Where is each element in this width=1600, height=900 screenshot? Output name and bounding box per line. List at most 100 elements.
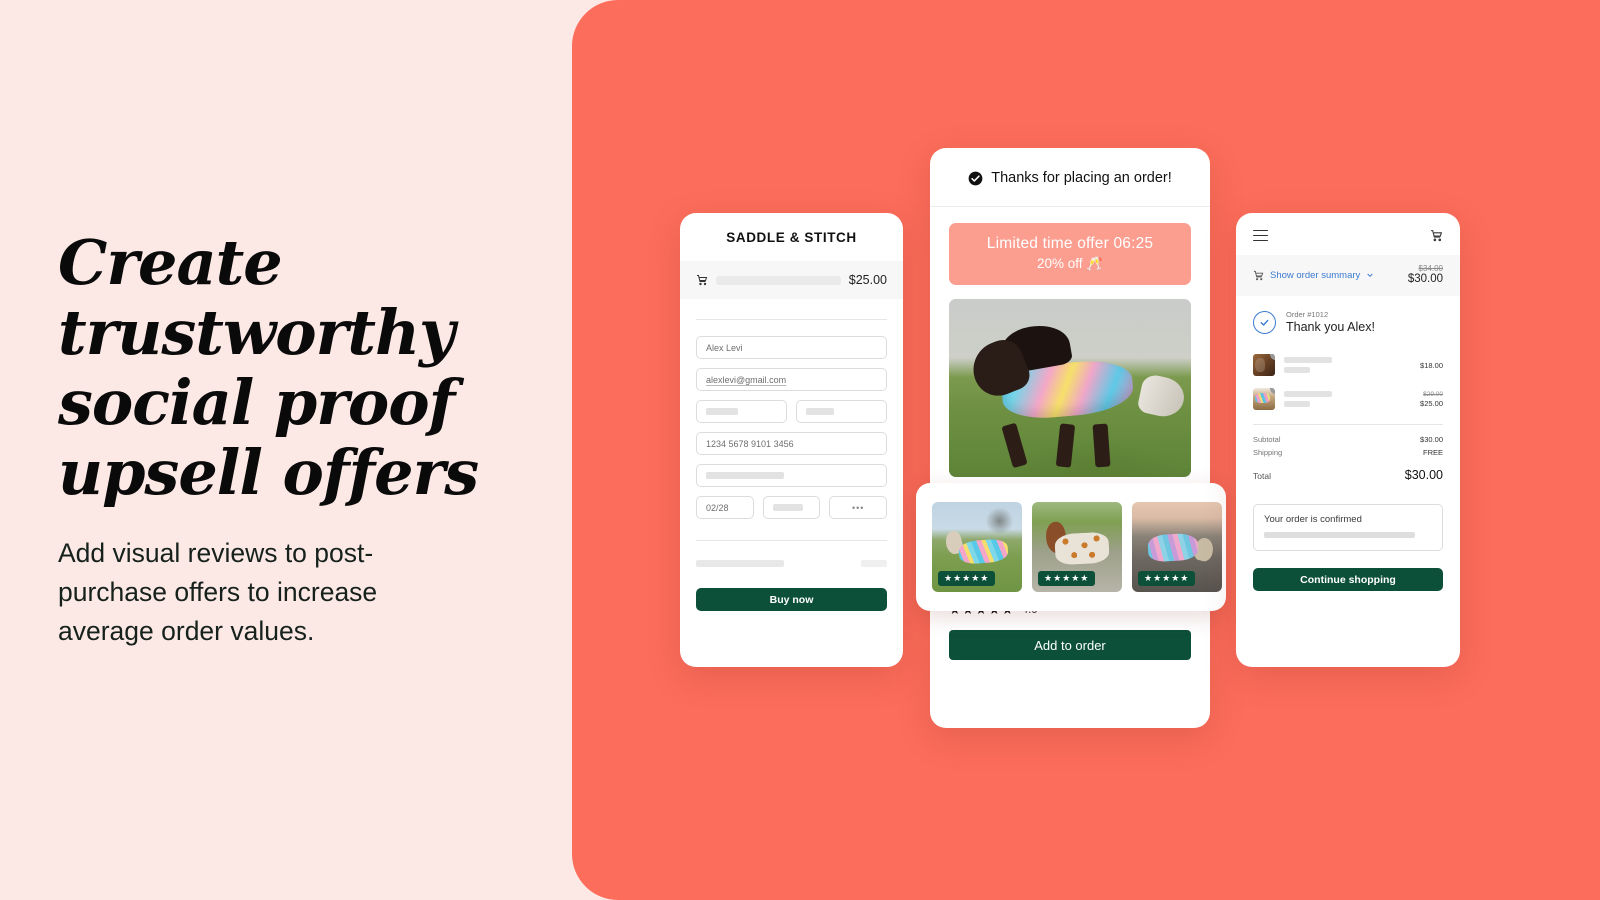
shipping-label: Shipping (1253, 448, 1283, 458)
visual-reviews-carousel: ★★★★★ ★★★★★ ★★★★★ (916, 483, 1226, 611)
name-value: Alex Levi (706, 342, 743, 353)
review-star-badge: ★★★★★ (938, 571, 996, 586)
check-circle-icon (968, 171, 983, 185)
review-star-badge: ★★★★★ (1138, 571, 1196, 586)
cart-icon (1253, 270, 1264, 280)
card-number-field[interactable]: 1234 5678 9101 3456 (696, 432, 887, 455)
post-purchase-offer-phone-mockup: Thanks for placing an order! Limited tim… (930, 148, 1210, 728)
marketing-copy: Create trustworthy social proof upsell o… (58, 228, 488, 651)
name-field[interactable]: Alex Levi (696, 336, 887, 359)
subtotal-label: Subtotal (1253, 435, 1281, 445)
limited-time-offer-banner: Limited time offer 06:25 20% off 🥂 (949, 223, 1191, 285)
address-field-2[interactable] (796, 400, 887, 423)
card-number-value: 1234 5678 9101 3456 (706, 438, 794, 449)
horse-blanket (1147, 533, 1200, 563)
value-placeholder (706, 472, 784, 479)
subtotal-value: $30.00 (1420, 435, 1443, 445)
cvv-value: ••• (851, 502, 865, 513)
product-name-placeholder (716, 275, 841, 285)
page-subtitle: Add visual reviews to post-purchase offe… (58, 538, 378, 646)
order-number: Order #1012 (1286, 310, 1329, 320)
divider (1253, 424, 1443, 426)
cart-summary-row[interactable]: $25.00 (680, 261, 903, 299)
tree-decoration (986, 505, 1013, 537)
cart-icon[interactable] (1430, 229, 1443, 242)
page-title: Create trustworthy social proof upsell o… (58, 226, 479, 509)
add-to-order-button[interactable]: Add to order (949, 630, 1191, 660)
review-photo-3[interactable]: ★★★★★ (1132, 502, 1222, 592)
subtotal-row: Subtotal $30.00 (1253, 433, 1443, 446)
chevron-down-icon (1367, 273, 1373, 278)
value-placeholder (772, 504, 803, 511)
divider (696, 540, 887, 541)
offer-body: Limited time offer 06:25 20% off 🥂 (930, 207, 1210, 477)
checkout-form: Alex Levi alexlevi@gmail.com 1234 5678 9… (680, 320, 903, 627)
cart-icon (697, 275, 708, 286)
checkout-footer-placeholders (696, 560, 887, 567)
summary-left: Show order summary (1253, 270, 1374, 281)
cart-price: $25.00 (848, 273, 887, 287)
card-detail-row: 02/28 ••• (696, 496, 888, 519)
discounted-total: $30.00 (1407, 273, 1443, 286)
value-placeholder (806, 408, 834, 415)
expiry-value: 02/28 (706, 502, 729, 513)
checkout-phone-mockup: SADDLE & STITCH $25.00 Alex Levi alexlev… (680, 213, 903, 667)
thank-you-message: Thank you Alex! (1286, 320, 1375, 335)
address-row (696, 400, 887, 423)
order-totals: Subtotal $30.00 Shipping FREE Total $30.… (1236, 433, 1460, 484)
cardholder-field[interactable] (696, 464, 887, 487)
value-placeholder (706, 408, 738, 415)
product-hero-image (949, 299, 1191, 477)
order-status-phone-mockup: Show order summary $34.00 $30.00 Order #… (1236, 213, 1460, 667)
address-field-1[interactable] (696, 400, 787, 423)
shipping-row: Shipping FREE (1253, 446, 1443, 459)
table-row: 1 $29.00 $25.00 (1253, 382, 1443, 416)
continue-shopping-button[interactable]: Continue shopping (1253, 568, 1443, 592)
order-line-items: 1 $18.00 1 $29.00 $25.00 (1236, 344, 1460, 416)
zip-field[interactable] (762, 496, 821, 519)
status-header (1236, 213, 1460, 255)
footer-text-placeholder (696, 560, 784, 567)
order-confirmed-title: Your order is confirmed (1264, 514, 1362, 526)
line-item-price: $29.00 $25.00 (1420, 391, 1443, 408)
horse-blanket (958, 538, 1009, 565)
thanks-title: Thanks for placing an order! (991, 170, 1172, 186)
grand-total-row: Total $30.00 (1253, 466, 1443, 484)
offer-discount-text: 20% off 🥂 (1036, 256, 1104, 271)
horse-tail (1136, 373, 1188, 421)
shipping-value: FREE (1422, 448, 1443, 458)
offer-countdown-text: Limited time offer 06:25 (986, 235, 1154, 252)
line-item-thumbnail: 1 (1253, 388, 1275, 411)
email-value: alexlevi@gmail.com (706, 374, 787, 385)
check-circle-icon (1253, 310, 1276, 334)
email-field[interactable]: alexlevi@gmail.com (696, 368, 887, 391)
order-heading-text: Order #1012 Thank you Alex! (1286, 310, 1375, 334)
store-brand-name: SADDLE & STITCH (726, 230, 857, 245)
horse-leg (1001, 422, 1028, 468)
line-item-name-placeholder (1284, 391, 1411, 408)
cvv-field[interactable]: ••• (829, 496, 888, 519)
line-item-price-value: $18.00 (1420, 360, 1443, 370)
hamburger-menu-icon[interactable] (1253, 229, 1268, 242)
horse-leg (1092, 423, 1111, 467)
order-confirmed-box: Your order is confirmed (1253, 504, 1443, 552)
show-order-summary-link[interactable]: Show order summary (1270, 270, 1360, 281)
order-confirmation-header: Order #1012 Thank you Alex! (1236, 296, 1460, 344)
total-label: Total (1253, 471, 1271, 482)
line-item-original-price: $29.00 (1423, 391, 1443, 398)
thanks-header: Thanks for placing an order! (930, 148, 1210, 207)
line-item-thumbnail: 1 (1253, 354, 1275, 377)
horse-blanket (1054, 531, 1111, 565)
horse-photo-illustration (949, 299, 1191, 477)
review-photo-1[interactable]: ★★★★★ (932, 502, 1022, 592)
expiry-field[interactable]: 02/28 (696, 496, 754, 519)
summary-prices: $34.00 $30.00 (1408, 264, 1443, 286)
horse-leg (1055, 422, 1075, 467)
buy-now-button[interactable]: Buy now (696, 588, 887, 611)
order-summary-toggle[interactable]: Show order summary $34.00 $30.00 (1236, 255, 1460, 297)
line-item-price: $18.00 (1420, 361, 1443, 370)
order-confirmed-text-placeholder (1264, 532, 1416, 539)
review-star-badge: ★★★★★ (1038, 571, 1096, 586)
table-row: 1 $18.00 (1253, 348, 1443, 382)
review-photo-2[interactable]: ★★★★★ (1032, 502, 1122, 592)
